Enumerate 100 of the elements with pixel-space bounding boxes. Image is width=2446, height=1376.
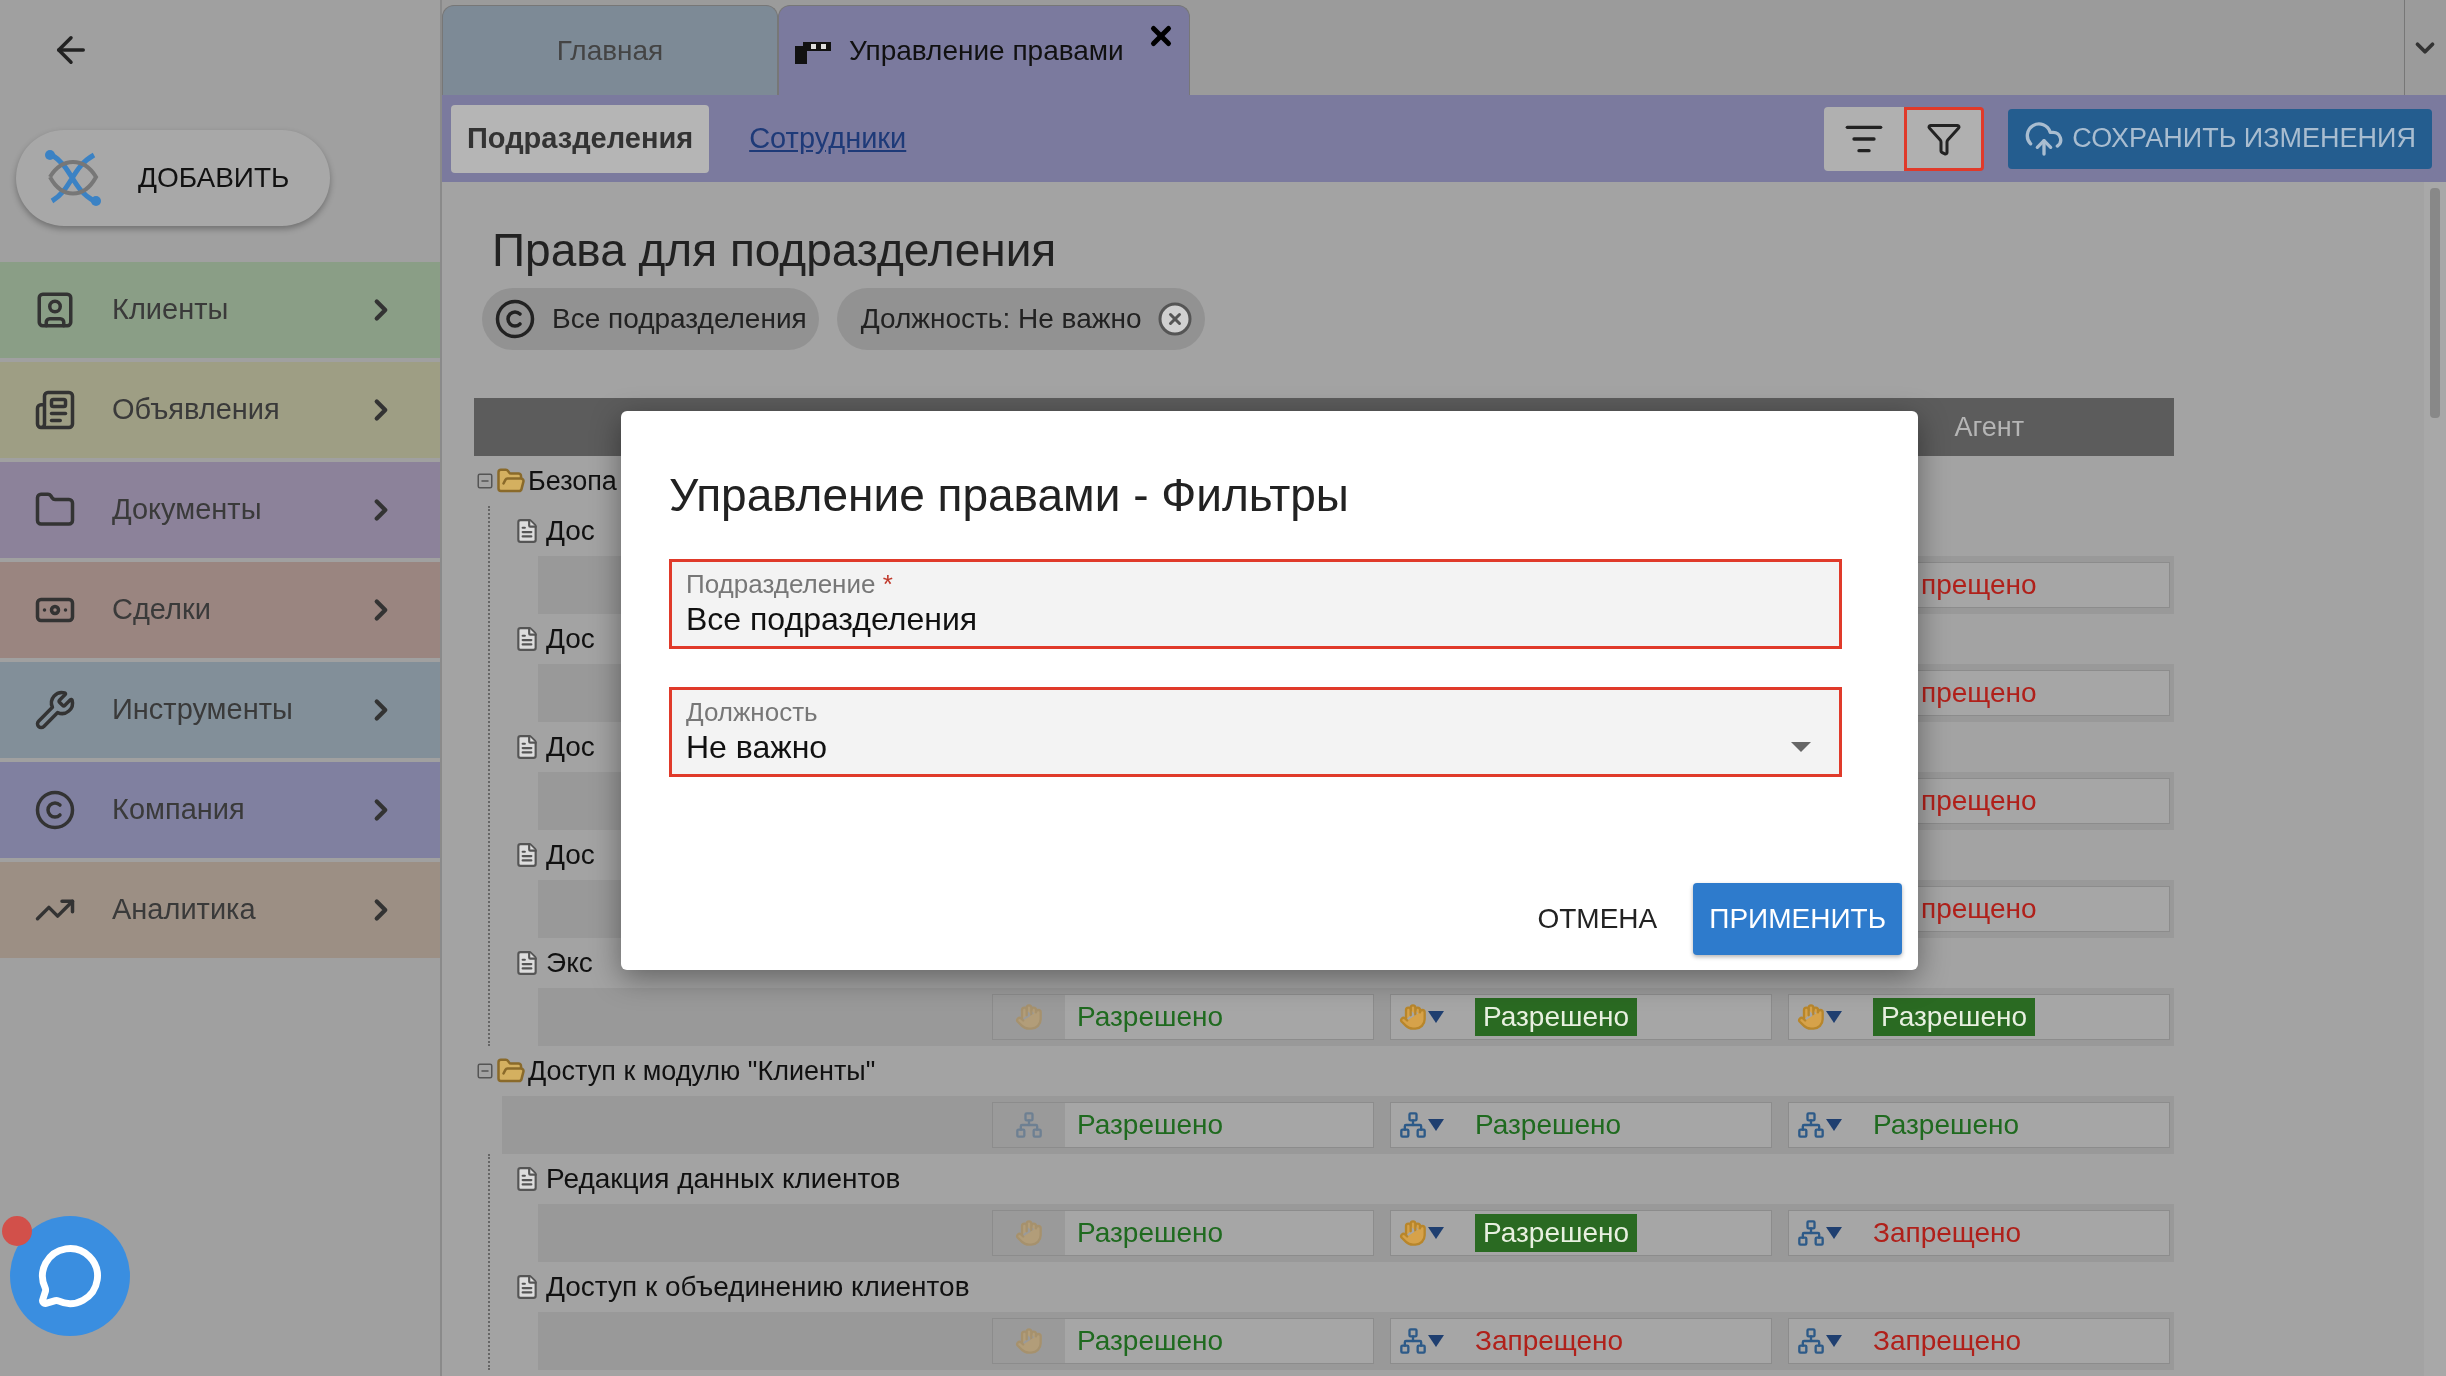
permission-status: прещено bbox=[1921, 892, 2037, 926]
menu-label: Сделки bbox=[112, 592, 212, 628]
permission-cell[interactable]: Запрещено bbox=[1788, 1210, 2170, 1256]
menu-label: Документы bbox=[112, 492, 263, 528]
network-icon bbox=[1797, 1219, 1825, 1247]
field-value: Не важно bbox=[686, 728, 829, 766]
menu-item[interactable]: Аналитика bbox=[0, 862, 440, 958]
permission-cell[interactable]: Разрешено bbox=[1390, 1102, 1772, 1148]
document-icon bbox=[514, 950, 540, 976]
hand-icon bbox=[1015, 1003, 1043, 1031]
tree-node-label[interactable]: Доступ к модулю "Клиенты" bbox=[528, 1050, 876, 1092]
menu-label: Инструменты bbox=[112, 692, 294, 728]
tree-node-label[interactable]: Редакция данных клиентов bbox=[546, 1158, 901, 1200]
save-button[interactable]: СОХРАНИТЬ ИЗМЕНЕНИЯ bbox=[2008, 108, 2432, 169]
permission-status: прещено bbox=[1921, 784, 2037, 818]
caret-icon[interactable] bbox=[1825, 1334, 1843, 1348]
permission-status: Разрешено bbox=[1077, 1216, 1224, 1250]
document-icon bbox=[514, 1274, 540, 1300]
caret-icon[interactable] bbox=[1427, 1226, 1445, 1240]
permission-cell[interactable]: Разрешено bbox=[992, 1318, 1374, 1364]
permission-cell[interactable]: Разрешено bbox=[992, 994, 1374, 1040]
document-icon bbox=[514, 518, 540, 544]
select-field[interactable]: Должность Не важно bbox=[669, 687, 1842, 777]
permission-cell[interactable]: Разрешено bbox=[992, 1102, 1374, 1148]
filter-button[interactable] bbox=[1904, 106, 1985, 171]
hand-icon bbox=[1797, 1003, 1825, 1031]
dialog-title: Управление правами - Фильтры bbox=[669, 468, 1350, 523]
menu-item[interactable]: Инструменты bbox=[0, 662, 440, 758]
permission-cell[interactable]: Разрешено bbox=[1788, 994, 2170, 1040]
permission-status: прещено bbox=[1921, 676, 2037, 710]
menu-item[interactable]: Компания bbox=[0, 762, 440, 858]
permission-status: Запрещено bbox=[1873, 1324, 2022, 1358]
permission-status: Запрещено bbox=[1475, 1324, 1624, 1358]
document-icon bbox=[514, 734, 540, 760]
tree-node-label[interactable]: Дос bbox=[546, 510, 595, 552]
collapse-icon[interactable] bbox=[476, 1062, 494, 1080]
apply-button[interactable]: ПРИМЕНИТЬ bbox=[1693, 883, 1902, 955]
tree-node-label[interactable]: Дос bbox=[546, 726, 595, 768]
permission-cell[interactable]: Разрешено bbox=[1390, 994, 1772, 1040]
scroll-thumb[interactable] bbox=[2430, 188, 2440, 418]
permission-cell[interactable]: Разрешено bbox=[1788, 1102, 2170, 1148]
caret-icon[interactable] bbox=[1825, 1118, 1843, 1132]
permission-status: прещено bbox=[1921, 568, 2037, 602]
permission-cell[interactable]: Запрещено bbox=[1390, 1318, 1772, 1364]
remove-icon[interactable] bbox=[1157, 301, 1194, 337]
menu-label: Клиенты bbox=[112, 292, 230, 328]
tree-node-label[interactable]: Безопа bbox=[528, 460, 617, 502]
tree-node-label[interactable]: Дос bbox=[546, 834, 595, 876]
network-icon bbox=[1015, 1111, 1043, 1139]
menu-item[interactable]: Объявления bbox=[0, 362, 440, 458]
input-field[interactable]: Подразделение * Все подразделения bbox=[669, 559, 1842, 649]
newspaper-icon bbox=[34, 389, 76, 431]
network-icon bbox=[1399, 1327, 1427, 1355]
copyright-icon bbox=[34, 789, 76, 831]
permission-cell[interactable]: Разрешено bbox=[1390, 1210, 1772, 1256]
logo-icon bbox=[42, 147, 104, 209]
chat-bubble-icon bbox=[37, 1243, 103, 1309]
tab-label: Главная bbox=[556, 33, 664, 68]
menu-label: Компания bbox=[112, 792, 246, 828]
permission-status: Разрешено bbox=[1873, 1108, 2020, 1142]
tree-node-label[interactable]: Дос bbox=[546, 618, 595, 660]
copyright-icon bbox=[494, 298, 536, 340]
hand-icon bbox=[1015, 1219, 1043, 1247]
tab-label: Управление правами bbox=[849, 33, 1124, 68]
permission-status: Разрешено bbox=[1077, 1324, 1224, 1358]
caret-icon[interactable] bbox=[1825, 1226, 1843, 1240]
caret-icon[interactable] bbox=[1825, 1010, 1843, 1024]
caret-icon[interactable] bbox=[1427, 1334, 1445, 1348]
column-header: Агент bbox=[1954, 410, 2024, 444]
caret-icon[interactable] bbox=[1427, 1010, 1445, 1024]
hand-icon bbox=[1399, 1003, 1427, 1031]
menu-item[interactable]: Документы bbox=[0, 462, 440, 558]
menu-item[interactable]: Клиенты bbox=[0, 262, 440, 358]
menu-item[interactable]: Сделки bbox=[0, 562, 440, 658]
field-label: Подразделение * bbox=[686, 568, 894, 600]
subtab[interactable]: Сотрудники bbox=[733, 104, 923, 173]
subtab[interactable]: Подразделения bbox=[451, 104, 710, 173]
permission-cell[interactable]: Запрещено bbox=[1788, 1318, 2170, 1364]
add-button[interactable]: ДОБАВИТЬ bbox=[16, 130, 330, 226]
permission-status: Запрещено bbox=[1873, 1216, 2022, 1250]
tree-node-label[interactable]: Экс bbox=[546, 942, 593, 984]
tab[interactable]: Управление правами bbox=[778, 5, 1190, 95]
menu-label: Аналитика bbox=[112, 892, 257, 928]
permission-cell[interactable]: Разрешено bbox=[992, 1210, 1374, 1256]
caret-icon[interactable] bbox=[1427, 1118, 1445, 1132]
hand-icon bbox=[1015, 1327, 1043, 1355]
tree-node-label[interactable]: Доступ к объединению клиентов bbox=[546, 1266, 970, 1308]
menu-label: Объявления bbox=[112, 392, 281, 428]
page-title: Права для подразделения bbox=[492, 223, 1058, 276]
add-filter-button[interactable] bbox=[1824, 106, 1905, 171]
document-icon bbox=[514, 842, 540, 868]
permission-status: Разрешено bbox=[1475, 998, 1638, 1036]
collapse-icon[interactable] bbox=[476, 472, 494, 490]
document-icon bbox=[514, 1166, 540, 1192]
filter-chip[interactable]: Все подразделения bbox=[482, 288, 819, 350]
filter-chip[interactable]: Должность: Не важно bbox=[836, 288, 1206, 350]
network-icon bbox=[1399, 1111, 1427, 1139]
cancel-button[interactable]: ОТМЕНА bbox=[1521, 883, 1674, 955]
tab[interactable]: Главная bbox=[442, 5, 778, 95]
field-value: Все подразделения bbox=[686, 600, 979, 638]
